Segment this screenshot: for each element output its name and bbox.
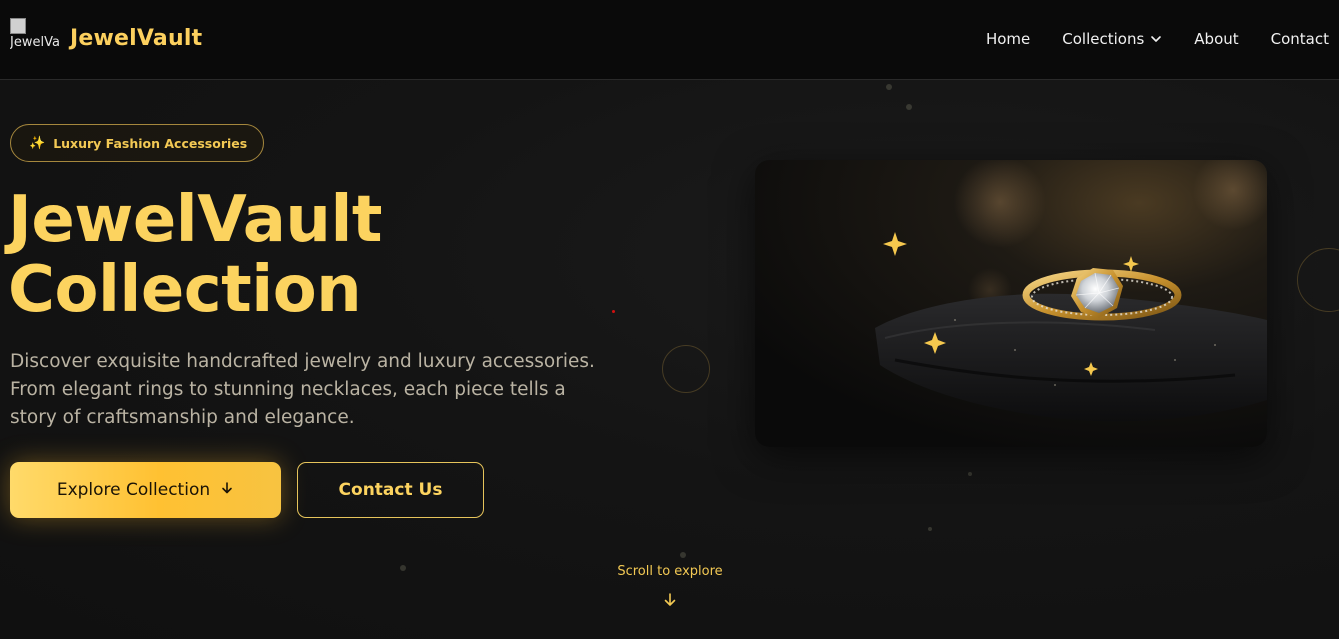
hero-description: Discover exquisite handcrafted jewelry a… [10,351,595,428]
decorative-dot [906,104,912,110]
decorative-dot [680,552,686,558]
page: JewelVault JewelVault Home Collections A… [0,0,1339,639]
decorative-dot [400,565,406,571]
logo-alt-text: JewelVault [10,35,60,50]
logo-image[interactable]: JewelVault [10,18,60,64]
contact-us-button[interactable]: Contact Us [297,462,484,518]
arrow-down-icon[interactable] [662,592,678,612]
decorative-circle [1297,248,1339,312]
scroll-hint[interactable]: Scroll to explore [600,564,740,579]
nav-link-contact[interactable]: Contact [1271,30,1329,48]
nav-link-label: Contact [1270,30,1329,48]
nav-link-about[interactable]: About [1194,30,1238,48]
badge-text: Luxury Fashion Accessories [53,135,248,151]
decorative-circle [662,345,710,393]
nav-link-collections[interactable]: Collections [1062,30,1162,48]
nav-link-label: About [1194,30,1239,48]
broken-image-icon [10,18,26,34]
explore-collection-button[interactable]: Explore Collection [10,462,281,518]
button-label: Explore Collection [56,480,211,500]
decorative-dot [886,84,892,90]
sparkles-icon: ✨ [29,135,46,151]
chevron-down-icon [1150,33,1162,45]
nav-links: Home Collections About Contact [986,30,1329,48]
hero-title: JewelVault Collection [8,183,383,327]
brand-name[interactable]: JewelVault [70,26,202,51]
nav-link-home[interactable]: Home [986,30,1030,48]
hero-title-line: JewelVault [8,183,383,257]
button-label: Contact Us [338,480,443,500]
arrow-down-icon [220,480,234,500]
decorative-dot [968,472,972,476]
hero-title-line: Collection [8,253,362,327]
gold-diamond-ring-image [755,160,1267,447]
decorative-dot [928,527,932,531]
nav-link-label: Home [985,30,1031,48]
navbar: JewelVault JewelVault Home Collections A… [0,0,1339,80]
nav-link-label: Collections [1062,30,1145,48]
decorative-dot [612,310,615,313]
category-badge: ✨ Luxury Fashion Accessories [10,124,265,162]
